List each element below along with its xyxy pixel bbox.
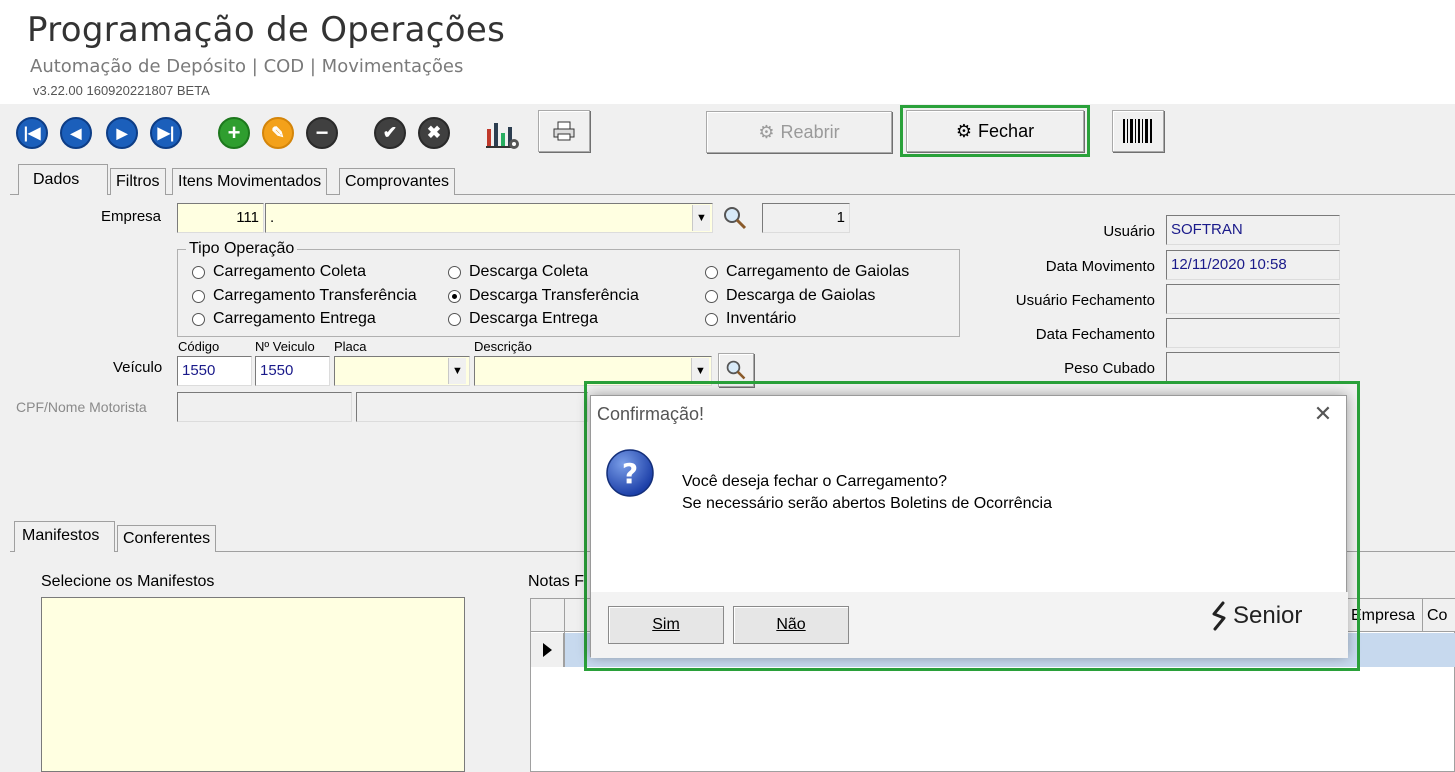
motorista-name-input xyxy=(356,392,588,422)
tab-conferentes[interactable]: Conferentes xyxy=(117,525,217,552)
fechar-button[interactable]: ⚙ Fechar xyxy=(906,110,1084,152)
tab-comprovantes[interactable]: Comprovantes xyxy=(339,168,456,195)
empresa-code-input[interactable]: 111 xyxy=(177,203,264,233)
printer-icon xyxy=(553,121,575,141)
usuario-field: SOFTRAN xyxy=(1166,215,1340,245)
grid-header-co[interactable]: Co xyxy=(1427,607,1447,625)
tab-itens-movimentados[interactable]: Itens Movimentados xyxy=(172,168,328,195)
nao-label: Não xyxy=(776,616,806,633)
dialog-title: Confirmação! xyxy=(597,404,705,424)
barcode-icon xyxy=(1123,119,1152,143)
reabrir-button[interactable]: ⚙ Reabrir xyxy=(706,111,892,153)
empresa-name-value: . xyxy=(270,209,275,226)
notas-fiscais-label: Notas Fi xyxy=(528,573,588,590)
radio-descarga-transferencia[interactable]: Descarga Transferência xyxy=(448,287,639,305)
version-label: v3.22.00 160920221807 BETA xyxy=(33,83,210,98)
page-title: Programação de Operações xyxy=(27,10,506,50)
senior-s-icon xyxy=(1212,601,1226,631)
cpf-motorista-label: CPF/Nome Motorista xyxy=(16,399,147,415)
peso-cubado-field xyxy=(1166,352,1340,382)
edit-pencil-icon[interactable]: ✎ xyxy=(262,117,294,149)
close-icon[interactable]: ✕ xyxy=(1309,400,1337,428)
data-movimento-field: 12/11/2020 10:58 xyxy=(1166,250,1340,280)
cpf-input xyxy=(177,392,352,422)
grid-divider xyxy=(1422,599,1423,632)
previous-record-icon[interactable]: ◀ xyxy=(60,117,92,149)
data-fechamento-label: Data Fechamento xyxy=(1035,326,1155,343)
confirm-check-icon[interactable]: ✔ xyxy=(374,117,406,149)
add-icon[interactable]: + xyxy=(218,117,250,149)
dialog-message-line1: Você deseja fechar o Carregamento? xyxy=(682,473,948,490)
chart-settings-icon[interactable] xyxy=(485,115,521,151)
tipo-operacao-label: Tipo Operação xyxy=(186,240,298,258)
radio-carregamento-transferencia[interactable]: Carregamento Transferência xyxy=(192,287,417,305)
print-button[interactable] xyxy=(538,110,590,152)
confirmation-dialog: Confirmação! ✕ ? Você deseja fechar o Ca… xyxy=(590,395,1348,658)
senior-logo: Senior xyxy=(1209,601,1302,631)
manifestos-list[interactable] xyxy=(41,597,465,772)
gears-icon: ⚙ xyxy=(758,121,775,142)
first-record-icon[interactable]: |◀ xyxy=(16,117,48,149)
selecione-manifestos-label: Selecione os Manifestos xyxy=(41,573,215,590)
radio-carregamento-coleta[interactable]: Carregamento Coleta xyxy=(192,263,366,281)
fechar-label: Fechar xyxy=(978,120,1035,141)
radio-inventario[interactable]: Inventário xyxy=(705,310,796,328)
empresa-label: Empresa xyxy=(101,208,162,225)
tab-filtros[interactable]: Filtros xyxy=(110,168,166,195)
usuario-fechamento-label: Usuário Fechamento xyxy=(1015,292,1155,309)
remove-icon[interactable]: − xyxy=(306,117,338,149)
breadcrumb: Automação de Depósito | COD | Movimentaç… xyxy=(30,56,464,77)
radio-carregamento-gaiolas[interactable]: Carregamento de Gaiolas xyxy=(705,263,909,281)
descricao-label: Descrição xyxy=(474,339,532,354)
question-icon: ? xyxy=(605,448,655,498)
nao-button[interactable]: Não xyxy=(733,606,849,644)
grid-header-empresa[interactable]: Empresa xyxy=(1351,607,1415,625)
barcode-button[interactable] xyxy=(1112,110,1164,152)
data-fechamento-field xyxy=(1166,318,1340,348)
empresa-name-combo[interactable]: . xyxy=(265,203,713,233)
last-record-icon[interactable]: ▶| xyxy=(150,117,182,149)
placa-label: Placa xyxy=(334,339,367,354)
reabrir-label: Reabrir xyxy=(780,121,840,142)
next-record-icon[interactable]: ▶ xyxy=(106,117,138,149)
search-icon[interactable] xyxy=(722,205,748,231)
sim-button[interactable]: Sim xyxy=(608,606,724,644)
nveiculo-label: Nº Veiculo xyxy=(255,339,315,354)
radio-descarga-coleta[interactable]: Descarga Coleta xyxy=(448,263,588,281)
usuario-label: Usuário xyxy=(1103,223,1155,240)
tab-dados[interactable]: Dados xyxy=(18,164,108,195)
senior-brand-label: Senior xyxy=(1233,602,1303,629)
row-pointer-icon xyxy=(531,633,564,667)
sim-label: Sim xyxy=(652,616,680,633)
peso-cubado-label: Peso Cubado xyxy=(1064,360,1155,377)
dialog-message-line2: Se necessário serão abertos Boletins de … xyxy=(682,495,1052,512)
empresa-count-field: 1 xyxy=(762,203,850,233)
codigo-label: Código xyxy=(178,339,220,354)
search-icon xyxy=(726,360,746,380)
gears-icon: ⚙ xyxy=(955,120,973,141)
cancel-x-icon[interactable]: ✖ xyxy=(418,117,450,149)
radio-carregamento-entrega[interactable]: Carregamento Entrega xyxy=(192,310,376,328)
veiculo-label: Veículo xyxy=(113,359,163,376)
radio-descarga-gaiolas[interactable]: Descarga de Gaiolas xyxy=(705,287,875,305)
codigo-input[interactable]: 1550 xyxy=(177,356,252,386)
svg-text:?: ? xyxy=(622,457,638,490)
usuario-fechamento-field xyxy=(1166,284,1340,314)
data-movimento-label: Data Movimento xyxy=(1045,258,1155,275)
chevron-down-icon[interactable]: ▼ xyxy=(448,358,466,384)
chevron-down-icon[interactable]: ▼ xyxy=(692,205,710,231)
nveiculo-input[interactable]: 1550 xyxy=(255,356,330,386)
radio-descarga-entrega[interactable]: Descarga Entrega xyxy=(448,310,598,328)
tab-manifestos[interactable]: Manifestos xyxy=(14,521,115,552)
